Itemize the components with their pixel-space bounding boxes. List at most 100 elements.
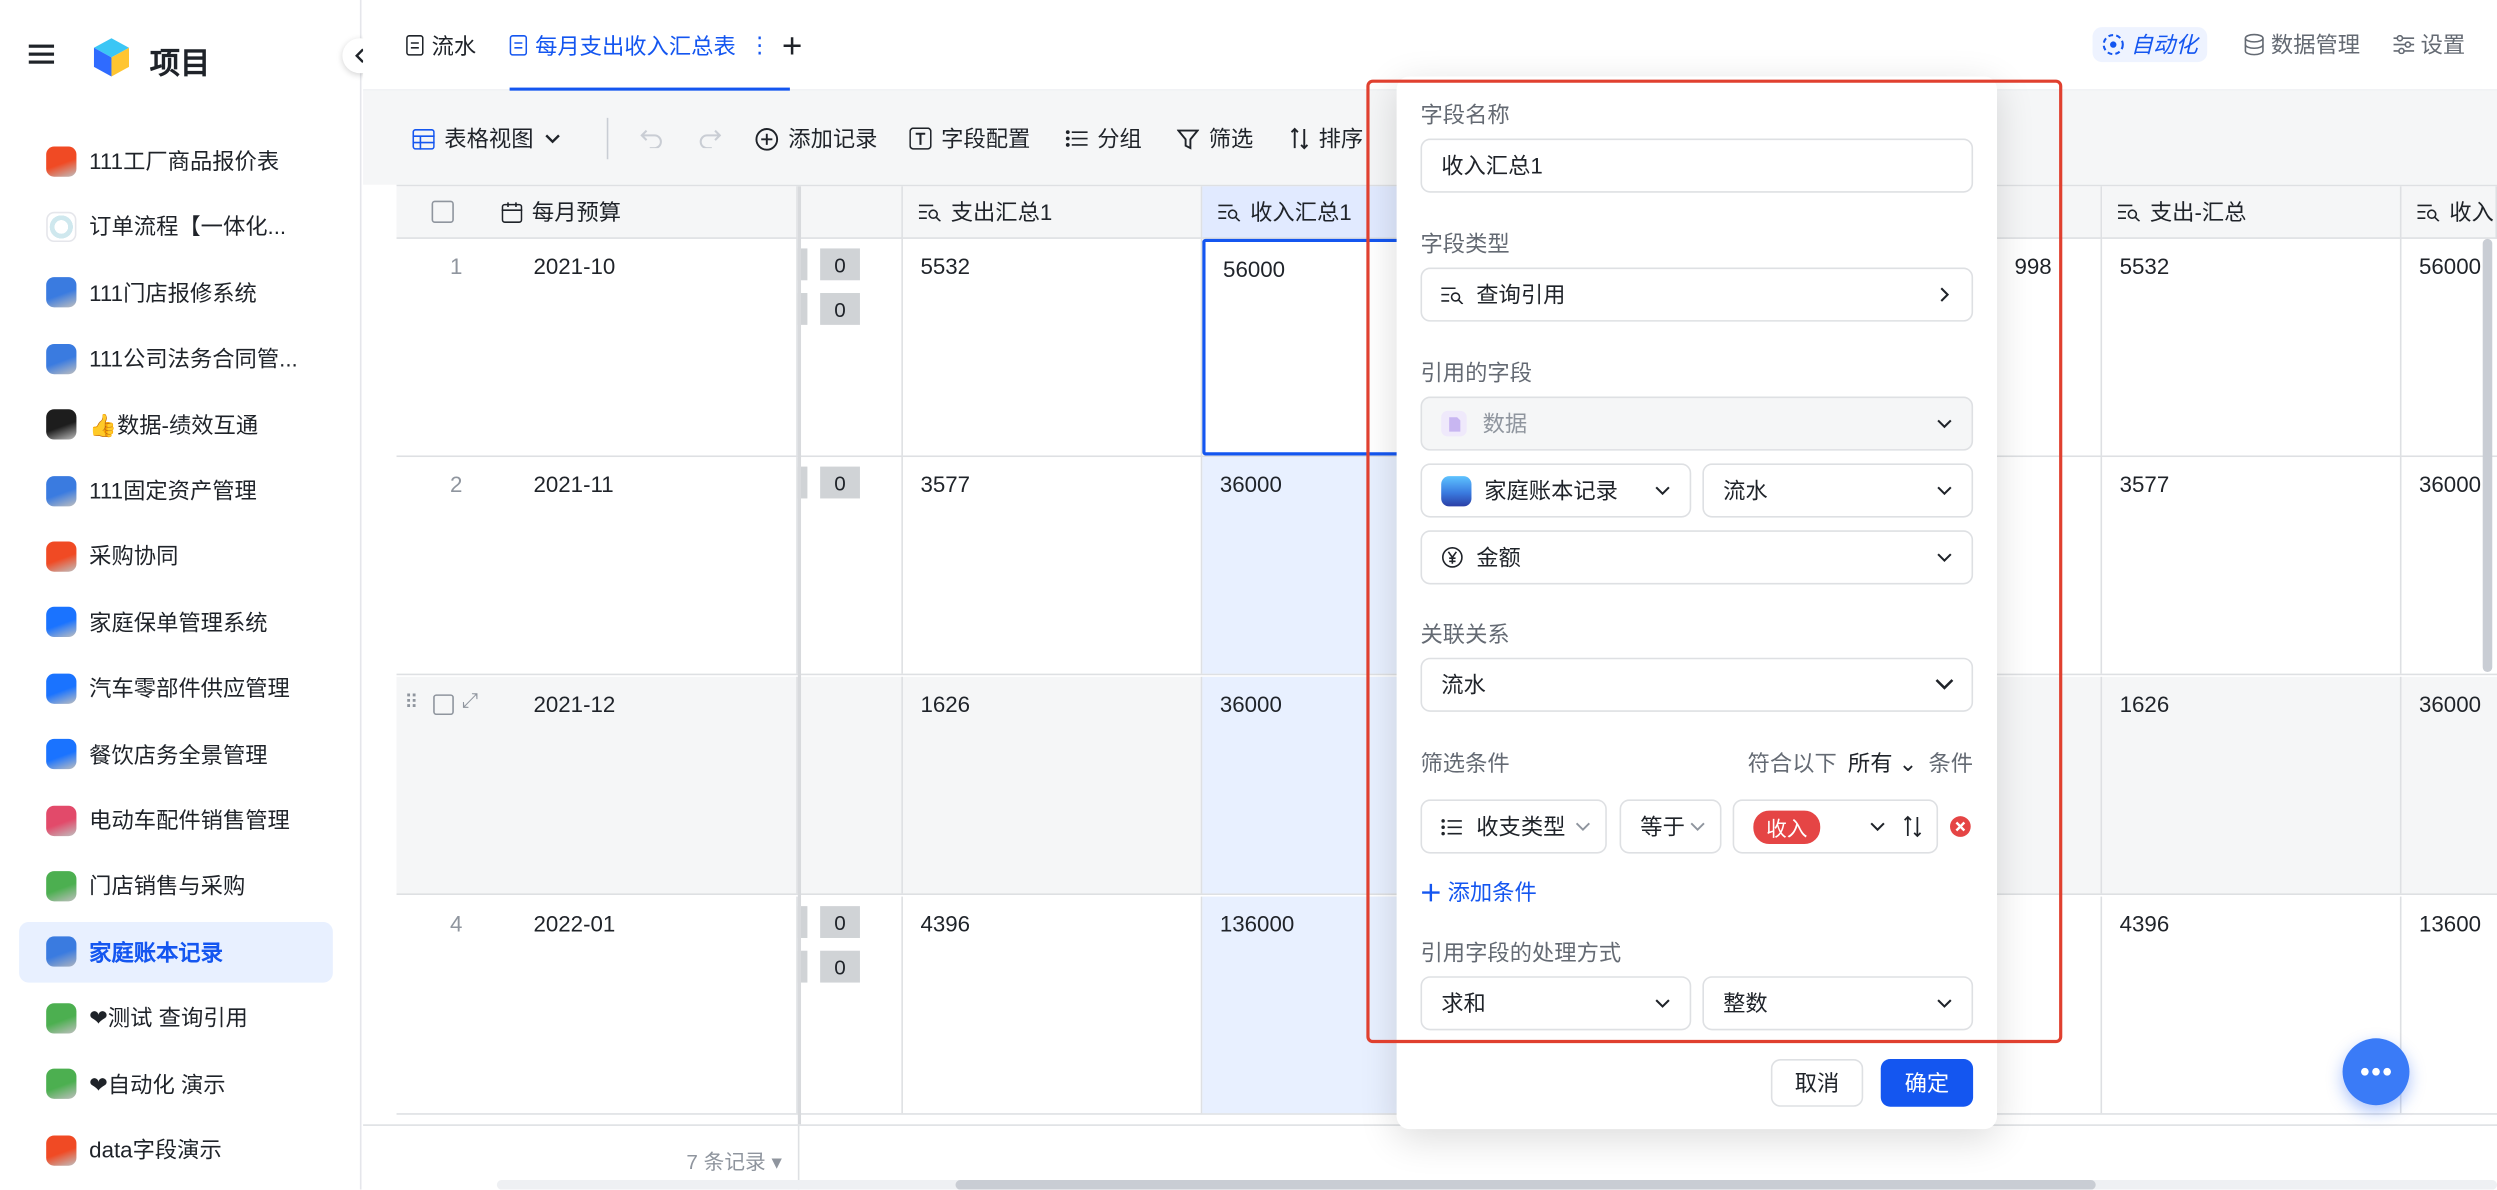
sidebar-item[interactable]: 111工厂商品报价表: [19, 131, 333, 192]
automation-button[interactable]: 自动化: [2092, 27, 2208, 63]
cell-expense-total[interactable]: 4396: [903, 896, 1203, 1114]
app-icon: [46, 211, 77, 242]
record-count[interactable]: 7 条记录 ▾: [686, 1145, 782, 1175]
filter-conditions-label: 筛选条件: [1420, 750, 1510, 776]
cell-expense-total2[interactable]: 1626: [2102, 676, 2402, 894]
app-icon: [46, 475, 77, 506]
sidebar-item[interactable]: 采购协同: [19, 526, 333, 587]
aggregation-select[interactable]: 求和: [1420, 976, 1692, 1031]
horizontal-scrollbar-track[interactable]: [496, 1180, 2497, 1190]
cell-expense-total[interactable]: 3577: [903, 457, 1203, 674]
ref-source-select[interactable]: 数据: [1420, 396, 1974, 451]
add-tab-button[interactable]: +: [782, 0, 802, 91]
cell-month-budget[interactable]: 2021-12: [516, 676, 798, 894]
settings-sliders-icon: [2393, 35, 2415, 55]
sidebar-item[interactable]: 家庭账本记录: [19, 921, 333, 983]
chevron-right-icon: [1933, 283, 1955, 305]
doc-icon: [509, 35, 528, 56]
condition-operator-select[interactable]: 等于: [1619, 799, 1722, 854]
add-condition-button[interactable]: 添加条件: [1421, 876, 1537, 908]
cell-month-budget[interactable]: 2022-01: [516, 896, 798, 1114]
list-icon: [1441, 818, 1462, 836]
condition-value-select[interactable]: 收入: [1732, 799, 1939, 854]
match-mode-select[interactable]: 所有 ⌄: [1848, 747, 1917, 779]
cell-expense-total[interactable]: 1626: [903, 676, 1203, 894]
data-management-button[interactable]: 数据管理: [2244, 29, 2360, 61]
field-name-input[interactable]: 收入汇总1: [1420, 138, 1974, 193]
relation-select[interactable]: 流水: [1420, 657, 1974, 712]
cell-expense-total[interactable]: 5532: [903, 238, 1203, 456]
cell-month-budget[interactable]: 2021-11: [516, 457, 798, 674]
cell-month-budget[interactable]: 2021-10: [516, 238, 798, 456]
group-button[interactable]: 分组: [1065, 121, 1142, 156]
hamburger-icon[interactable]: [28, 43, 55, 65]
vertical-scrollbar-thumb[interactable]: [2482, 238, 2493, 673]
drag-handle-icon[interactable]: ⠿: [404, 691, 418, 713]
cell-income-total[interactable]: 36000: [1202, 457, 1410, 674]
row-checkbox[interactable]: [433, 694, 454, 716]
sidebar-item[interactable]: data字段演示: [19, 1120, 333, 1181]
sidebar-item[interactable]: 111公司法务合同管...: [19, 328, 333, 389]
count-badge: 0: [820, 248, 860, 281]
field-type-select[interactable]: 查询引用: [1420, 267, 1974, 322]
swap-icon[interactable]: [1903, 815, 1922, 838]
column-header-expense-total[interactable]: 支出汇总1: [902, 186, 1203, 239]
settings-button[interactable]: 设置: [2393, 29, 2465, 61]
sidebar-item[interactable]: 门店销售与采购: [19, 856, 333, 917]
view-switcher[interactable]: 表格视图: [412, 121, 562, 156]
chevron-down-icon: [1933, 992, 1955, 1014]
select-all-checkbox[interactable]: [431, 200, 454, 223]
sidebar-item[interactable]: 订单流程【一体化...: [19, 196, 333, 257]
cell-income-total[interactable]: 136000: [1202, 896, 1410, 1114]
more-vertical-icon[interactable]: ⋮: [748, 32, 770, 59]
app-icon: [46, 936, 77, 968]
expand-icon[interactable]: ⤢: [462, 688, 479, 713]
sidebar-item[interactable]: 汽车零部件供应管理: [19, 658, 333, 719]
remove-condition-icon[interactable]: [1949, 815, 1971, 837]
filter-button[interactable]: 筛选: [1176, 121, 1253, 156]
column-header-income-total2[interactable]: 收入: [2401, 186, 2497, 239]
ref-sheet-select[interactable]: 流水: [1702, 463, 1974, 518]
cancel-button[interactable]: 取消: [1770, 1059, 1864, 1107]
cell-partial[interactable]: [1997, 676, 2103, 894]
cell-income-total[interactable]: 56000: [1202, 238, 1410, 456]
text-field-icon: [909, 127, 932, 150]
tab-monthly-summary[interactable]: 每月支出收入汇总表 ⋮: [509, 0, 790, 91]
sidebar-item[interactable]: 电动车配件销售管理: [19, 790, 333, 851]
sort-button[interactable]: 排序: [1290, 121, 1363, 156]
chevron-down-icon: [1651, 992, 1673, 1014]
number-format-select[interactable]: 整数: [1702, 976, 1974, 1031]
cell-partial[interactable]: [1997, 896, 2103, 1114]
cell-expense-total2[interactable]: 3577: [2102, 457, 2402, 674]
field-config-button[interactable]: 字段配置: [909, 121, 1030, 156]
column-header-month-budget[interactable]: 每月预算: [532, 196, 621, 228]
sidebar-item[interactable]: 111固定资产管理: [19, 460, 333, 521]
confirm-button[interactable]: 确定: [1880, 1059, 1974, 1107]
column-header-income-total[interactable]: 收入汇总1: [1202, 186, 1410, 239]
ref-field-label: 引用的字段: [1420, 359, 1532, 386]
cell-partial[interactable]: 998: [1997, 238, 2103, 456]
ref-column-select[interactable]: 金额: [1420, 530, 1974, 585]
tab-liushui[interactable]: 流水: [406, 0, 476, 91]
header-partial-col: [1996, 186, 2103, 239]
sidebar-item[interactable]: 111门店报修系统: [19, 262, 333, 323]
horizontal-scrollbar-thumb[interactable]: [955, 1180, 2096, 1190]
sidebar-item[interactable]: ❤自动化 演示: [19, 1054, 333, 1115]
ref-table-select[interactable]: 家庭账本记录: [1420, 463, 1692, 518]
sidebar-item[interactable]: ❤测试 查询引用: [19, 988, 333, 1049]
redo-icon[interactable]: [699, 121, 722, 156]
sidebar-item[interactable]: 餐饮店务全景管理: [19, 724, 333, 785]
more-actions-button[interactable]: [2342, 1038, 2410, 1106]
cell-income-total[interactable]: 36000: [1202, 676, 1410, 894]
column-header-expense-total2[interactable]: 支出-汇总: [2102, 186, 2402, 239]
condition-field-select[interactable]: 收支类型: [1420, 799, 1607, 854]
cell-partial[interactable]: [1997, 457, 2103, 674]
field-config-panel: 字段名称 收入汇总1 字段类型 查询引用 引用的字段 数据 家庭账本记录 流水 …: [1396, 76, 1997, 1130]
cell-income-total2[interactable]: 36000: [2401, 677, 2497, 894]
undo-icon[interactable]: [640, 121, 662, 156]
sidebar-item[interactable]: 家庭保单管理系统: [19, 592, 333, 653]
cell-income-total2[interactable]: 13600: [2401, 897, 2497, 1114]
cell-expense-total2[interactable]: 5532: [2102, 238, 2402, 456]
add-record-button[interactable]: 添加记录: [755, 121, 877, 156]
sidebar-item[interactable]: 👍数据-绩效互通: [19, 394, 333, 455]
